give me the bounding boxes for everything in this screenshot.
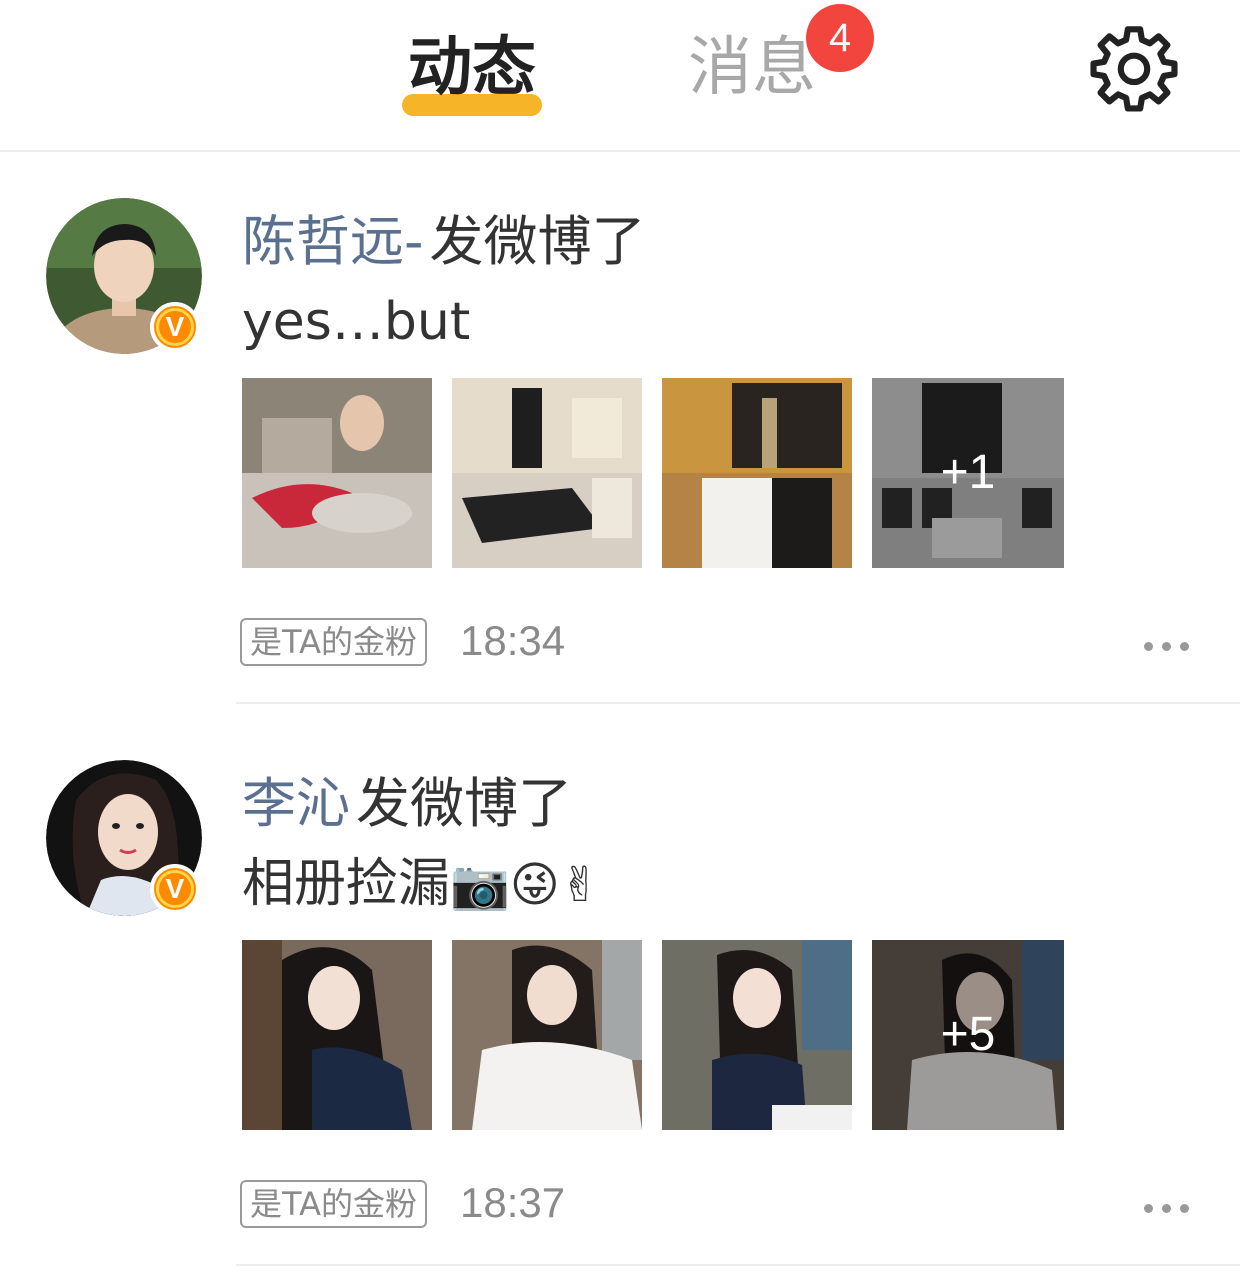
photo-thumbnail[interactable] (662, 940, 852, 1130)
photo-thumbnail[interactable] (452, 378, 642, 568)
avatar[interactable]: V (46, 760, 202, 916)
more-dots-icon[interactable] (1142, 1200, 1192, 1214)
verified-badge-icon: V (150, 302, 200, 352)
photo-thumbnail[interactable] (452, 940, 642, 1130)
photo-thumbnail[interactable] (662, 378, 852, 568)
more-dots-icon[interactable] (1142, 638, 1192, 652)
tab-messages-label: 消息 (688, 31, 816, 105)
post-divider (236, 1264, 1240, 1266)
top-bar: 动态 消息 4 (0, 0, 1240, 150)
verified-badge-icon: V (150, 864, 200, 914)
fan-tag: 是TA的金粉 (240, 1180, 427, 1228)
post-action-text: 发微博了 (356, 772, 572, 835)
photo-thumbnail[interactable] (242, 940, 432, 1130)
post-headline: 李沁 发微博了 (242, 772, 572, 836)
post-headline: 陈哲远- 发微博了 (242, 210, 646, 274)
tab-feed[interactable]: 动态 (402, 28, 542, 118)
header-divider (0, 150, 1240, 152)
more-photos-count: +1 (872, 378, 1064, 568)
fan-tag: 是TA的金粉 (240, 618, 427, 666)
post-text-content: 相册捡漏 (242, 854, 451, 914)
post-time: 18:34 (460, 617, 566, 664)
post-emojis: 📷😜✌ (450, 857, 601, 913)
post-time: 18:37 (460, 1179, 566, 1226)
tab-messages[interactable]: 消息 (688, 28, 816, 118)
author-name[interactable]: 李沁 (242, 772, 350, 835)
tab-feed-label: 动态 (408, 31, 536, 105)
photo-thumbnail-more[interactable]: +1 (872, 378, 1064, 568)
post-text-content: yes…but (242, 292, 471, 352)
avatar[interactable]: V (46, 198, 202, 354)
post-text: 相册捡漏📷😜✌ (242, 852, 600, 917)
photo-thumbnail[interactable] (242, 378, 432, 568)
photo-thumbnail-more[interactable]: +5 (872, 940, 1064, 1130)
messages-unread-badge: 4 (806, 4, 874, 72)
post-text: yes…but (242, 290, 470, 354)
gear-icon[interactable] (1090, 24, 1178, 112)
more-photos-count: +5 (872, 940, 1064, 1130)
author-name[interactable]: 陈哲远- (242, 210, 424, 273)
post-divider (236, 702, 1240, 704)
post-action-text: 发微博了 (429, 210, 646, 273)
